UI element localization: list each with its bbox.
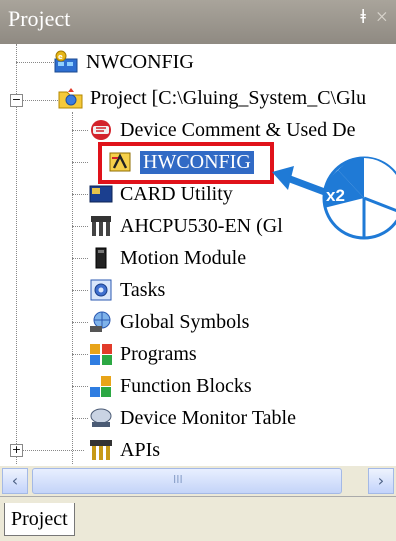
tree-item-tasks[interactable]: Tasks bbox=[88, 274, 165, 306]
close-icon[interactable]: × bbox=[376, 4, 388, 30]
tree-item-label: Tasks bbox=[120, 278, 166, 301]
pin-icon[interactable]: ǂ bbox=[360, 6, 366, 29]
tree-item-label: Project [C:\Gluing_System_C\Glu bbox=[90, 86, 367, 109]
collapse-project-icon[interactable]: − bbox=[10, 94, 23, 107]
function-blocks-icon bbox=[88, 374, 114, 398]
badge-text: x2 bbox=[326, 186, 345, 205]
tree-item-project[interactable]: Project [C:\Gluing_System_C\Glu bbox=[58, 82, 366, 114]
scroll-grip: III bbox=[173, 473, 183, 486]
network-config-icon: e bbox=[54, 50, 80, 74]
tree-item-global-symbols[interactable]: Global Symbols bbox=[88, 306, 249, 338]
tree-item-label: Global Symbols bbox=[120, 310, 250, 333]
tree-item-label: NWCONFIG bbox=[86, 50, 194, 73]
tree-item-label: AHCPU530-EN (Gl bbox=[120, 214, 283, 237]
card-utility-icon bbox=[88, 182, 114, 206]
apis-icon bbox=[88, 438, 114, 462]
horizontal-scrollbar[interactable]: ‹ III › bbox=[0, 466, 396, 496]
panel-tab-bar: Project bbox=[0, 496, 396, 541]
svg-text:e: e bbox=[58, 53, 63, 61]
expand-apis-icon[interactable]: + bbox=[10, 444, 23, 457]
tree-item-apis[interactable]: APIs bbox=[88, 434, 160, 464]
device-monitor-icon bbox=[88, 406, 114, 430]
tasks-icon bbox=[88, 278, 114, 302]
tree-item-label: Programs bbox=[120, 342, 197, 365]
panel-title: Project bbox=[8, 6, 71, 31]
tab-project[interactable]: Project bbox=[4, 503, 75, 536]
project-panel: Project ǂ × − + e NWCONFIG Project [C:\G… bbox=[0, 0, 396, 541]
tree-item-programs[interactable]: Programs bbox=[88, 338, 197, 370]
tree-item-label: Motion Module bbox=[120, 246, 247, 269]
tree-item-nwconfig[interactable]: e NWCONFIG bbox=[54, 46, 194, 78]
global-symbols-icon bbox=[88, 310, 114, 334]
hwconfig-highlight bbox=[98, 142, 274, 184]
tree-item-label: Function Blocks bbox=[120, 374, 252, 397]
tree-item-label: CARD Utility bbox=[120, 182, 233, 205]
tree-item-label: Device Comment & Used De bbox=[120, 118, 356, 141]
scroll-left-button[interactable]: ‹ bbox=[2, 468, 28, 494]
programs-icon bbox=[88, 342, 114, 366]
cpu-module-icon bbox=[88, 214, 114, 238]
tree-item-motion-module[interactable]: Motion Module bbox=[88, 242, 246, 274]
tree-item-function-blocks[interactable]: Function Blocks bbox=[88, 370, 252, 402]
tree-item-cpu[interactable]: AHCPU530-EN (Gl bbox=[88, 210, 283, 242]
scroll-thumb[interactable]: III bbox=[32, 468, 342, 494]
scroll-right-button[interactable]: › bbox=[368, 468, 394, 494]
motion-module-icon bbox=[88, 246, 114, 270]
double-click-badge: x2 bbox=[326, 170, 386, 210]
device-comment-icon bbox=[88, 118, 114, 142]
tree-item-device-monitor[interactable]: Device Monitor Table bbox=[88, 402, 296, 434]
project-folder-icon bbox=[58, 86, 84, 110]
tree-item-label: Device Monitor Table bbox=[120, 406, 296, 429]
panel-titlebar: Project ǂ × bbox=[0, 0, 396, 44]
tree-item-label: APIs bbox=[120, 438, 161, 461]
